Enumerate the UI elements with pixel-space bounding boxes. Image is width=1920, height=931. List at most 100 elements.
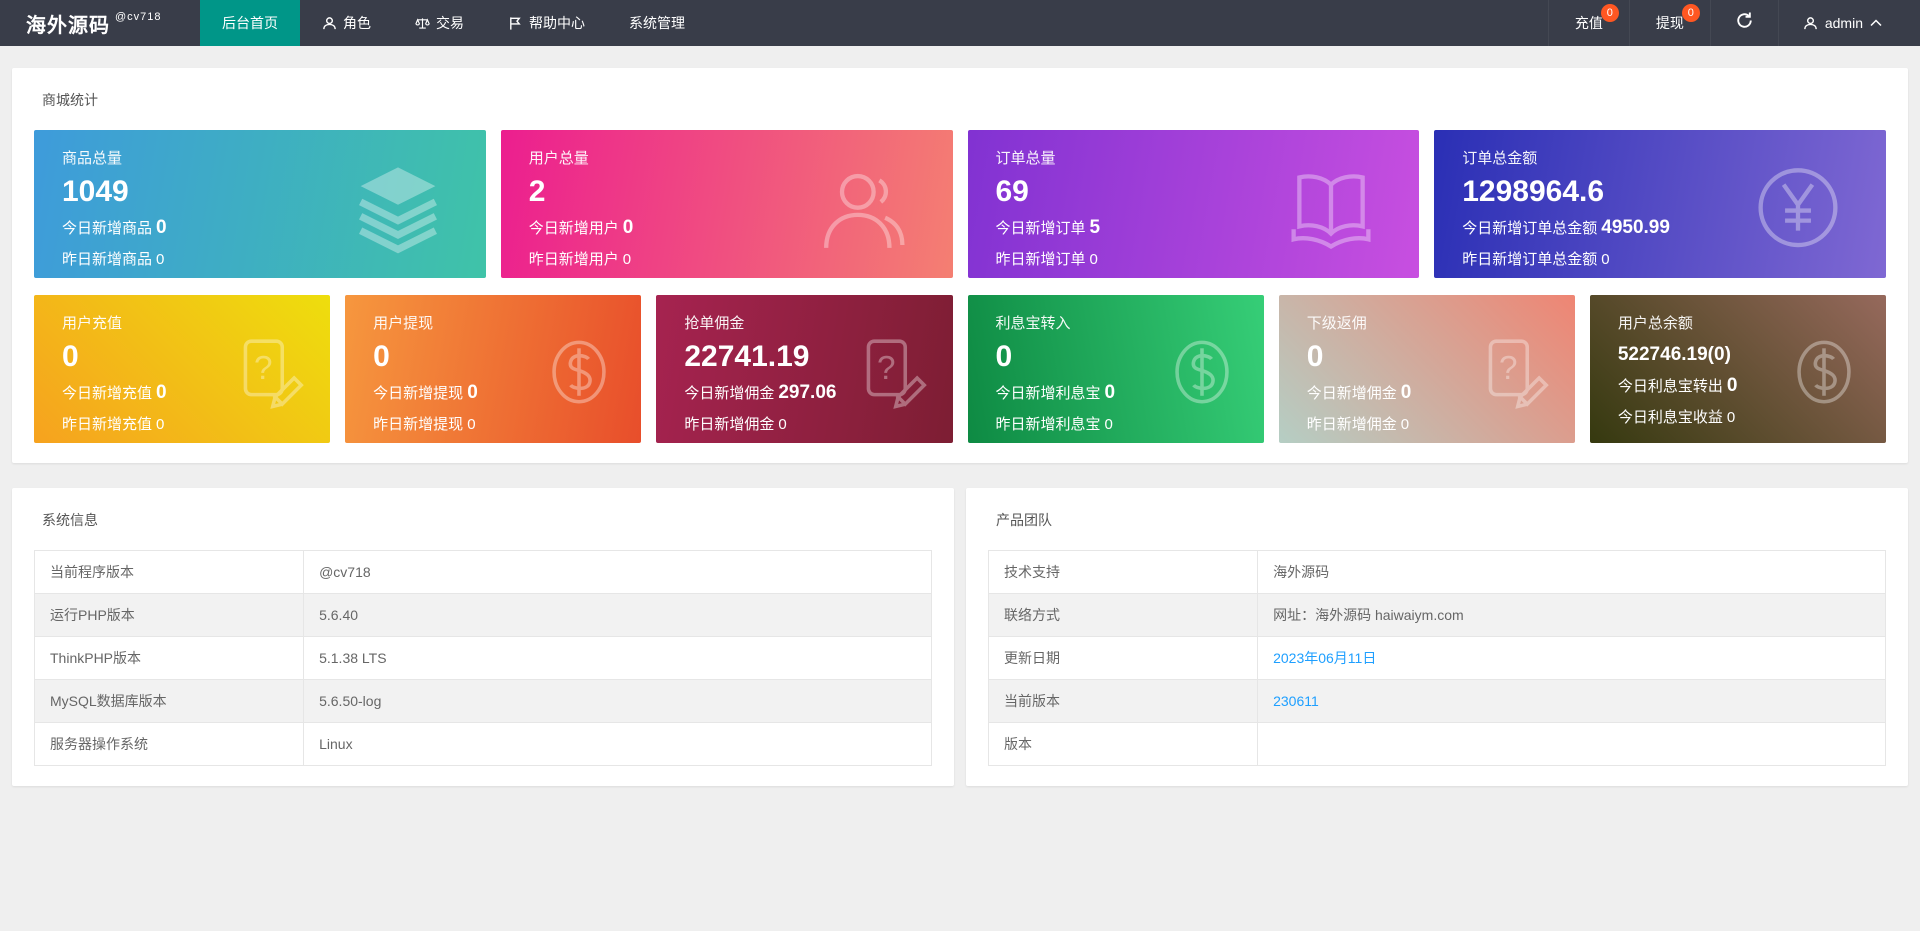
svg-text:?: ? [1499,350,1518,387]
card-line3-value: 0 [1104,416,1113,433]
card-line2-value: 0 [156,217,167,238]
card-line2-label: 今日新增订单总金额 [1462,220,1598,237]
layers-icon [352,162,444,254]
doc-question-icon: ? [1475,334,1551,410]
stat-card-user-withdraw: 用户提现 0 今日新增提现 0 昨日新增提现 0 [345,295,642,443]
card-line3-label: 昨日新增利息宝 [995,416,1101,433]
refresh-icon [1735,11,1754,35]
main-menu: 后台首页 角色 交易 帮助中心 系统管理 [200,0,1548,46]
stats-panel-title: 商城统计 [42,92,98,108]
card-line2-value: 0 [1400,382,1412,403]
card-line2-value: 0 [1726,374,1738,396]
card-line3-value: 0 [778,416,787,433]
doc-question-icon: ? [230,334,306,410]
book-icon [1285,162,1377,254]
product-team-row: 当前版本 230611 [987,679,1886,723]
card-line2-label: 今日利息宝转出 [1617,377,1723,395]
row-value: 5.6.50-log [303,679,932,723]
card-line3-label: 昨日新增用户 [528,251,619,268]
menu-item-role[interactable]: 角色 [300,0,393,46]
row-value [1257,722,1886,766]
menu-item-home[interactable]: 后台首页 [200,0,300,46]
system-info-panel: 系统信息 当前程序版本 @cv718 运行PHP版本 5.6.40 ThinkPHP版本… [12,488,954,786]
stat-card-grab-commission: 抢单佣金 22741.19 今日新增佣金 297.06 昨日新增佣金 0? [656,295,953,443]
row-label: 服务器操作系统 [33,722,305,766]
row-label: MySQL数据库版本 [33,679,305,723]
card-line2-label: 今日新增商品 [62,220,153,237]
card-line2-value: 0 [1104,382,1116,403]
user-icon [322,16,337,31]
withdraw-label: 提现 [1655,15,1684,31]
refresh-button[interactable] [1709,0,1778,46]
row-label: 技术支持 [987,550,1259,594]
card-line2-label: 今日新增佣金 [1306,385,1397,402]
card-title: 用户总余额 [1617,315,1693,332]
doc-question-icon: ? [853,334,929,410]
menu-item-system[interactable]: 系统管理 [607,0,707,46]
recharge-label: 充值 [1574,15,1603,31]
card-line2-label: 今日新增利息宝 [995,385,1101,402]
menu-item-label: 角色 [343,15,371,31]
system-info-row: 当前程序版本 @cv718 [33,550,932,594]
menu-item-label: 帮助中心 [529,15,585,31]
user-icon [1803,16,1818,31]
card-line3-value: 0 [467,416,476,433]
stats-cards-row2: 用户充值 0 今日新增充值 0 昨日新增充值 0? 用户提现 0 今日新增提现 0 昨日新增提现 0 抢… [34,295,1887,443]
menu-item-help[interactable]: 帮助中心 [486,0,607,46]
card-title: 抢单佣金 [684,315,745,332]
system-info-row: MySQL数据库版本 5.6.50-log [33,679,932,723]
card-line3-value: 0 [1400,416,1410,433]
card-line3-value: 0 [1601,251,1610,268]
row-label: 运行PHP版本 [33,593,305,637]
card-line2-value: 5 [1089,217,1101,238]
card-line3-label: 昨日新增佣金 [1306,416,1397,433]
menu-item-label: 交易 [436,15,464,31]
card-line2-value: 297.06 [778,382,837,403]
row-label: 联络方式 [987,593,1259,637]
stat-card-order-amount: 订单总金额 1298964.6 今日新增订单总金额 4950.99 昨日新增订单总金额 0 [1434,130,1886,278]
card-title: 利息宝转入 [995,315,1071,332]
menu-item-trade[interactable]: 交易 [393,0,486,46]
row-value-link[interactable]: 2023年06月11日 [1273,650,1376,666]
stat-card-user-balance: 用户总余额 522746.19(0) 今日利息宝转出 0 今日利息宝收益 0 [1589,295,1887,443]
user-menu[interactable]: admin [1777,0,1906,46]
product-team-table: 技术支持 海外源码 联络方式 网址：海外源码 haiwaiym.com 更新日期 2023… [987,550,1886,766]
card-line3: 昨日新增利息宝 0 [996,413,1264,434]
withdraw-button[interactable]: 提现 0 [1628,0,1710,46]
brand-subtext: @cv718 [115,11,162,23]
navbar-right: 充值 0 提现 0 admin [1547,0,1920,46]
recharge-badge: 0 [1600,4,1619,22]
card-line2-value: 0 [156,382,167,403]
stat-card-order-total: 订单总量 69 今日新增订单 5 昨日新增订单 0 [967,130,1420,278]
product-team-row: 更新日期 2023年06月11日 [987,636,1886,680]
brand-text: 海外源码 [26,14,110,37]
card-title: 下级返佣 [1306,315,1367,332]
system-info-row: ThinkPHP版本 5.1.38 LTS [33,636,932,680]
product-team-row: 联络方式 网址：海外源码 haiwaiym.com [987,593,1886,637]
card-title: 用户提现 [373,315,434,332]
svg-text:?: ? [877,350,896,387]
card-line3-value: 0 [1726,408,1736,426]
yen-icon [1752,162,1844,254]
main-content: 商城统计 商品总量 1049 今日新增商品 0 昨日新增商品 0 用户总量 2 今日新增用户 0 昨… [0,46,1920,786]
dollar-icon [1164,334,1240,410]
stat-card-user-total: 用户总量 2 今日新增用户 0 昨日新增用户 0 [500,130,953,278]
system-info-row: 服务器操作系统 Linux [33,722,932,766]
recharge-button[interactable]: 充值 0 [1547,0,1629,46]
dollar-icon [1786,334,1862,410]
row-label: 版本 [987,722,1259,766]
stats-cards-row1: 商品总量 1049 今日新增商品 0 昨日新增商品 0 用户总量 2 今日新增用户 0 昨日新增用户… [34,130,1886,278]
stat-card-sub-commission: 下级返佣 0 今日新增佣金 0 昨日新增佣金 0? [1278,295,1575,443]
row-label: 更新日期 [987,636,1259,680]
row-value: Linux [303,722,932,766]
withdraw-badge: 0 [1681,4,1700,22]
stat-card-user-recharge: 用户充值 0 今日新增充值 0 昨日新增充值 0? [34,295,331,443]
card-line3: 昨日新增佣金 0 [1307,413,1575,434]
card-line3-value: 0 [1089,251,1098,268]
card-title: 用户充值 [62,315,123,332]
username: admin [1824,15,1863,31]
person-icon [819,162,911,254]
dollar-icon [541,334,617,410]
product-team-title: 产品团队 [996,512,1052,528]
row-value-link[interactable]: 230611 [1273,693,1319,709]
